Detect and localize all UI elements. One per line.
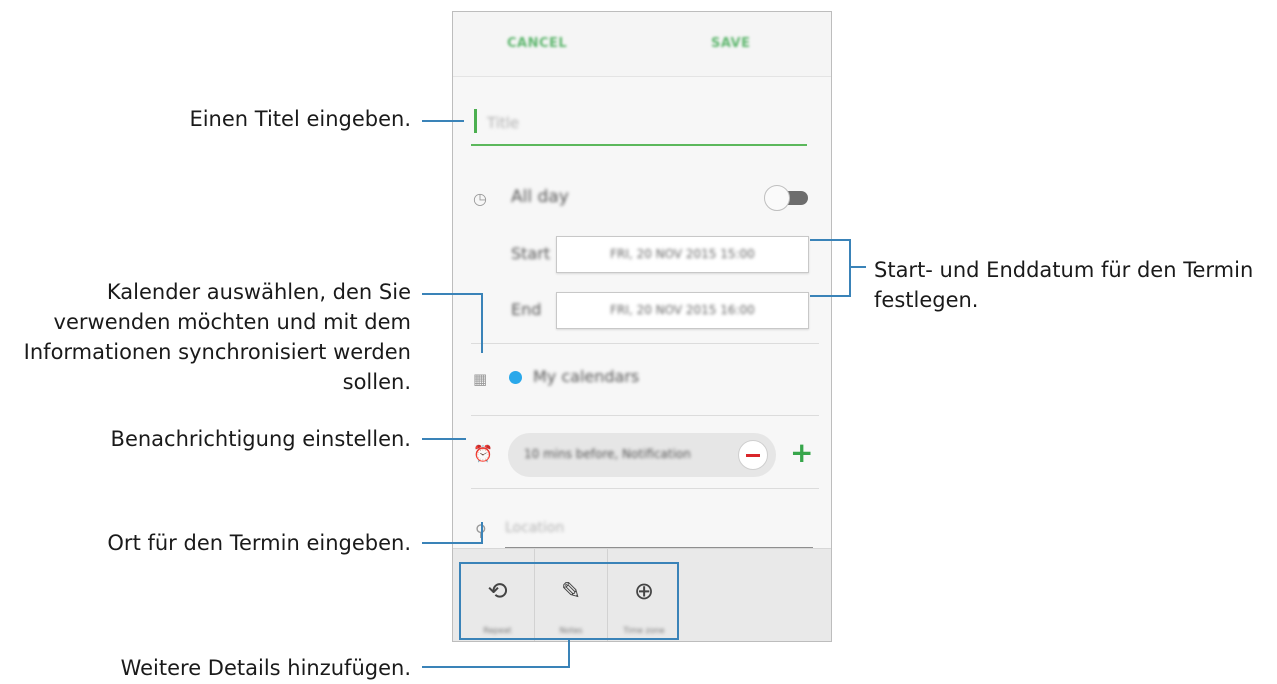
all-day-toggle[interactable] <box>764 185 810 211</box>
action-bar: CANCEL SAVE <box>453 12 831 77</box>
location-input[interactable]: Location <box>505 518 813 548</box>
callout-calendar-line3: Informationen synchronisiert werden <box>23 340 411 364</box>
callout-location: Ort für den Termin eingeben. <box>107 531 411 555</box>
cancel-button[interactable]: CANCEL <box>507 36 567 51</box>
add-reminder-button[interactable]: + <box>790 436 813 469</box>
leader-line-details-vertical <box>568 640 570 667</box>
leader-line-calendar <box>422 293 483 295</box>
callout-dates-line1: Start- und Enddatum für den Termin <box>874 258 1254 282</box>
callout-calendar-line4: sollen. <box>342 370 411 394</box>
title-placeholder: Title <box>487 114 520 132</box>
leader-line-start <box>810 239 851 241</box>
text-cursor <box>474 109 477 133</box>
leader-line-title <box>422 120 464 122</box>
leader-line-dates <box>849 266 866 268</box>
details-highlight-box <box>459 562 679 640</box>
leader-bracket-dates <box>849 239 851 297</box>
reminder-value: 10 mins before, Notification <box>524 447 691 461</box>
calendar-select[interactable]: My calendars <box>533 367 639 386</box>
leader-line-end <box>810 295 851 297</box>
leader-line-details <box>422 666 570 668</box>
title-input[interactable]: Title <box>471 106 807 146</box>
callout-dates-line2: festlegen. <box>874 288 979 312</box>
end-date-field[interactable]: FRI, 20 NOV 2015 16:00 <box>556 292 809 329</box>
remove-reminder-button[interactable] <box>738 440 768 470</box>
calendar-icon: ▦ <box>473 370 488 388</box>
start-date-field[interactable]: FRI, 20 NOV 2015 15:00 <box>556 236 809 273</box>
save-button[interactable]: SAVE <box>711 36 750 51</box>
end-date-value: FRI, 20 NOV 2015 16:00 <box>610 303 755 317</box>
event-editor-screen: CANCEL SAVE Title ◷ All day Start FRI, 2… <box>452 11 832 642</box>
location-placeholder: Location <box>505 520 565 536</box>
clock-icon: ◷ <box>473 189 487 208</box>
start-label: Start <box>511 244 551 263</box>
callout-calendar-line1: Kalender auswählen, den Sie <box>106 280 411 304</box>
calendar-color-dot <box>509 371 522 384</box>
callout-calendar-line2: verwenden möchten und mit dem <box>53 310 411 334</box>
divider <box>471 343 819 344</box>
all-day-label: All day <box>511 187 569 207</box>
alarm-clock-icon: ⏰ <box>473 444 493 463</box>
start-date-value: FRI, 20 NOV 2015 15:00 <box>610 247 755 261</box>
callout-title: Einen Titel eingeben. <box>189 107 411 131</box>
callout-alarm: Benachrichtigung einstellen. <box>110 427 411 451</box>
toggle-knob <box>764 185 790 211</box>
event-form: Title ◷ All day Start FRI, 20 NOV 2015 1… <box>453 78 831 548</box>
callout-details: Weitere Details hinzufügen. <box>120 656 411 680</box>
leader-line-calendar-vertical <box>481 293 483 353</box>
end-label: End <box>511 300 542 319</box>
divider <box>471 415 819 416</box>
leader-line-location <box>422 542 483 544</box>
reminder-chip[interactable]: 10 mins before, Notification <box>508 433 776 477</box>
divider <box>471 488 819 489</box>
leader-line-alarm <box>422 438 466 440</box>
leader-line-location-vertical <box>481 522 483 544</box>
